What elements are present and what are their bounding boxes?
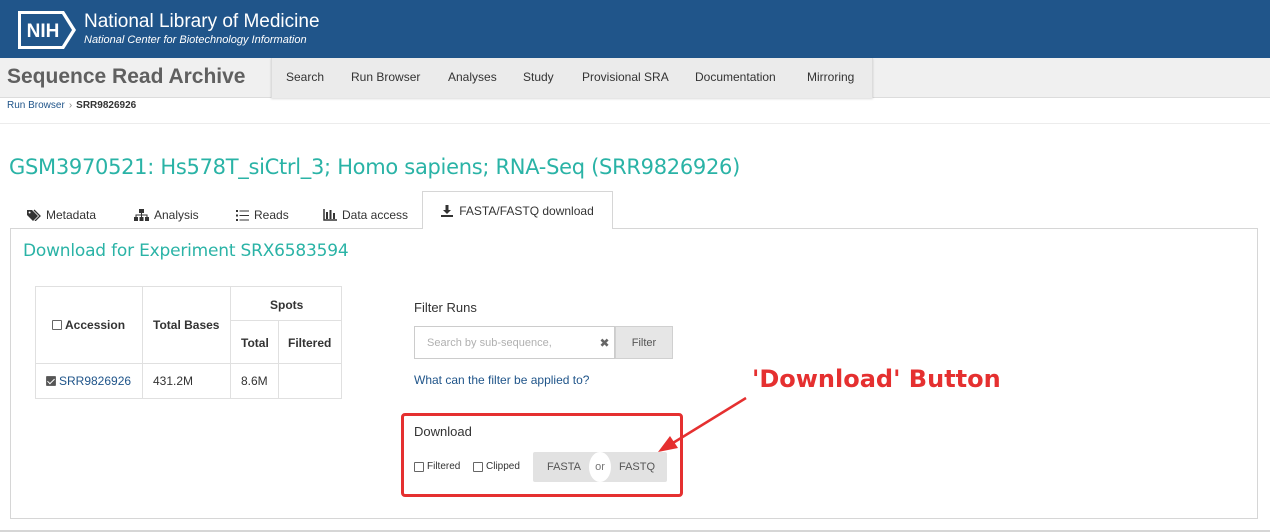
- filtered-header: Filtered: [288, 336, 332, 350]
- tab-reads[interactable]: Reads: [236, 201, 289, 229]
- nav-analyses[interactable]: Analyses: [448, 70, 497, 84]
- nav-study[interactable]: Study: [523, 70, 554, 84]
- nav-run-browser[interactable]: Run Browser: [351, 70, 420, 84]
- nih-title[interactable]: National Library of Medicine: [84, 11, 320, 33]
- total-header: Total: [241, 336, 269, 350]
- accession-header-label: Accession: [65, 318, 126, 332]
- row-total-bases: 431.2M: [153, 374, 194, 388]
- app-title[interactable]: Sequence Read Archive: [7, 65, 246, 89]
- list-icon: [236, 209, 249, 221]
- download-panel: Download for Experiment SRX6583594 Acces…: [10, 228, 1258, 519]
- spots-header: Spots: [270, 298, 304, 312]
- row-total-spots: 8.6M: [241, 374, 268, 388]
- nih-subtitle: National Center for Biotechnology Inform…: [84, 34, 307, 46]
- sitemap-icon: [134, 209, 149, 221]
- nih-header: NIH National Library of Medicine Nationa…: [0, 0, 1270, 58]
- filter-runs-label: Filter Runs: [414, 300, 477, 315]
- clear-filter-button[interactable]: ✖: [595, 326, 615, 359]
- download-label: Download: [414, 424, 472, 439]
- download-icon: [441, 204, 454, 217]
- fastq-download-button[interactable]: FASTQ: [607, 452, 667, 482]
- clipped-checkbox[interactable]: [473, 461, 483, 472]
- tab-analysis-label: Analysis: [154, 208, 199, 222]
- table-row: SRR9826926: [46, 374, 131, 388]
- filter-button[interactable]: Filter: [615, 326, 673, 359]
- tab-fasta-fastq-download[interactable]: FASTA/FASTQ download: [422, 191, 613, 229]
- download-button-group: FASTA or FASTQ: [533, 452, 667, 482]
- page-title: GSM3970521: Hs578T_siCtrl_3; Homo sapien…: [9, 155, 740, 179]
- tab-metadata-label: Metadata: [46, 208, 97, 222]
- main-nav: Search Run Browser Analyses Study Provis…: [271, 58, 873, 98]
- breadcrumb-current: SRR9826926: [76, 100, 137, 111]
- total-bases-header: Total Bases: [153, 318, 220, 332]
- tab-metadata[interactable]: Metadata: [27, 201, 96, 229]
- tab-fasta-fastq-download-label: FASTA/FASTQ download: [459, 203, 594, 218]
- clipped-option[interactable]: Clipped: [473, 461, 520, 472]
- filter-search-input[interactable]: [414, 326, 595, 359]
- app-bar: Sequence Read Archive Search Run Browser…: [0, 58, 1270, 98]
- filter-help-link[interactable]: What can the filter be applied to?: [414, 373, 589, 387]
- tab-data-access[interactable]: Data access: [323, 201, 408, 229]
- filtered-option[interactable]: Filtered: [414, 461, 460, 472]
- clipped-option-label: Clipped: [486, 461, 520, 472]
- tab-reads-label: Reads: [254, 208, 289, 222]
- nav-provisional-sra[interactable]: Provisional SRA: [582, 70, 669, 84]
- close-icon: ✖: [599, 335, 610, 350]
- nav-documentation[interactable]: Documentation: [695, 70, 776, 84]
- divider: [0, 123, 1270, 124]
- nih-logo-icon[interactable]: NIH: [18, 11, 78, 49]
- breadcrumb-run-browser[interactable]: Run Browser: [7, 100, 65, 111]
- accession-header[interactable]: Accession: [52, 318, 125, 332]
- breadcrumb: Run Browser › SRR9826926: [7, 100, 136, 111]
- tab-analysis[interactable]: Analysis: [134, 201, 199, 229]
- svg-text:NIH: NIH: [27, 21, 60, 42]
- tab-data-access-label: Data access: [342, 208, 409, 222]
- tag-icon: [27, 209, 41, 221]
- panel-title: Download for Experiment SRX6583594: [23, 241, 349, 261]
- select-all-checkbox[interactable]: [52, 320, 62, 330]
- runs-table: Accession Total Bases Spots Total Filter…: [35, 286, 342, 399]
- filtered-checkbox[interactable]: [414, 461, 424, 472]
- breadcrumb-separator: ›: [68, 100, 73, 111]
- annotation-label: 'Download' Button: [752, 365, 1001, 393]
- filtered-option-label: Filtered: [427, 461, 461, 472]
- fasta-download-button[interactable]: FASTA: [533, 452, 595, 482]
- nav-search[interactable]: Search: [286, 70, 324, 84]
- nav-mirroring[interactable]: Mirroring: [807, 70, 854, 84]
- data-access-icon: [323, 209, 337, 221]
- run-accession-link[interactable]: SRR9826926: [59, 374, 131, 388]
- row-checkbox[interactable]: [46, 376, 56, 386]
